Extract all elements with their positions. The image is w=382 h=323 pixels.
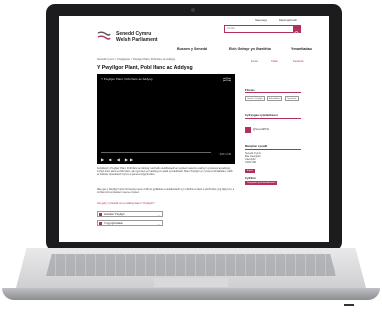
subscribe-button[interactable]: Tanysgrifio i gael diweddariadau xyxy=(245,181,278,185)
page-title: Y Pwyllgor Plant, Pobl Ifanc ac Addysg xyxy=(97,65,193,71)
video-progress-bar[interactable] xyxy=(101,152,211,153)
webcam xyxy=(191,8,195,12)
language-link[interactable]: Saesneg xyxy=(255,18,267,22)
laptop-front-edge xyxy=(2,288,380,300)
share-email-link[interactable]: E-bost xyxy=(251,60,258,63)
accordion-consultations[interactable]: Ymgynghoriadau ⌄ xyxy=(97,220,163,226)
twitter-avatar xyxy=(245,127,251,133)
sidebar-heading-accounts: Cyfrifon xyxy=(245,176,256,180)
divider xyxy=(245,118,301,119)
public-views-link[interactable]: Sut gall y cyhoedd roi eu safbwyntiau i'… xyxy=(97,202,154,205)
twitter-handle[interactable]: @SeneddPPIA xyxy=(253,128,269,131)
brand-english: Welsh Parliament xyxy=(116,37,158,43)
trackpad xyxy=(154,278,228,287)
laptop-screen: Saesneg Mewngofnodi Chwilio Senedd Cymru… xyxy=(59,16,329,242)
people-icon xyxy=(99,213,102,216)
search-button[interactable] xyxy=(293,25,301,37)
second-paragraph: Mae gan y Pwyllgor hefyd rôl bwysig mewn… xyxy=(97,188,235,195)
nav-item-visits[interactable]: Ymweliadau xyxy=(291,47,312,51)
search-icon xyxy=(294,31,300,37)
share-facebook-link[interactable]: Facebook xyxy=(293,60,304,63)
tag-committee-work[interactable]: Gwaith y Pwyllgor xyxy=(245,96,265,101)
accordion-members[interactable]: Aelodau'r Pwyllgor ⌄ xyxy=(97,211,163,217)
email-button[interactable]: E-bost xyxy=(245,169,255,173)
video-title: Y Pwyllgor Plant, Pobl Ifanc ac Addysg xyxy=(101,77,153,81)
search-input[interactable]: Chwilio xyxy=(224,25,294,33)
video-controls[interactable]: ▶ ■ ◀ ▶▶ xyxy=(101,157,135,162)
laptop-lid: Saesneg Mewngofnodi Chwilio Senedd Cymru… xyxy=(46,4,342,251)
keyboard xyxy=(46,254,336,276)
status-light xyxy=(344,304,354,306)
breadcrumb[interactable]: Senedd Cymru > Pwyllgorau > Pwyllgor Pla… xyxy=(97,58,175,61)
document-icon xyxy=(99,222,102,225)
senedd-logo[interactable] xyxy=(97,31,111,41)
nav-item-members[interactable]: Eich Gelwyr yn Gweithio xyxy=(229,47,271,51)
contact-address: Senedd Cymru Bae Caerdydd Caerdydd CF99 … xyxy=(245,152,261,165)
chevron-down-icon: ⌄ xyxy=(157,213,160,217)
laptop-base xyxy=(2,248,380,308)
video-player[interactable]: Y Pwyllgor Plant, Pobl Ifanc ac Addysg 0… xyxy=(97,74,235,164)
share-twitter-link[interactable]: Twitter xyxy=(271,60,278,63)
login-link[interactable]: Mewngofnodi xyxy=(279,18,297,22)
tag-reports[interactable]: Adroddiadau xyxy=(267,96,283,101)
video-time: 0:00 / 2:15 xyxy=(219,153,231,156)
sidebar-heading-social: Cyfryngau cymdeithasol xyxy=(245,113,278,117)
senedd-watermark-icon xyxy=(223,77,231,82)
sidebar-heading-contact: Manylion cyswllt xyxy=(245,144,268,148)
divider xyxy=(245,92,301,93)
nav-item-business[interactable]: Busnes y Senedd xyxy=(177,47,207,51)
chevron-down-icon: ⌄ xyxy=(157,222,160,226)
tag-evidence[interactable]: Tystiolaeth xyxy=(285,96,299,101)
divider xyxy=(245,149,301,150)
intro-paragraph: Sefydlwyd y Pwyllgor Plant, Pobl Ifanc a… xyxy=(97,167,233,177)
